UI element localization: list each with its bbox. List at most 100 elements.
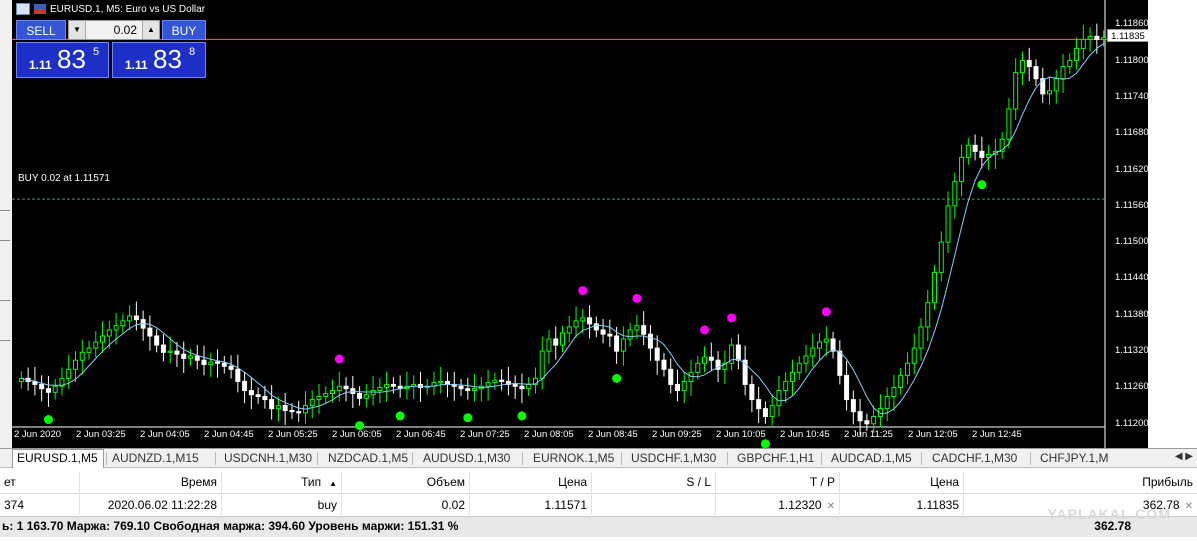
- cell-volume: 0.02: [342, 495, 470, 515]
- tab-nzdcad-1-m5[interactable]: NZDCAD.1,M5: [324, 450, 410, 467]
- candle-body: [837, 350, 843, 376]
- left-strip-tick: [0, 240, 10, 241]
- buy-button[interactable]: BUY: [162, 20, 206, 40]
- candle-body: [587, 317, 593, 325]
- candle-body: [242, 380, 248, 391]
- candle-body: [904, 362, 910, 376]
- price-tick-label: 1.11860: [1115, 18, 1148, 30]
- candle-body: [938, 241, 944, 273]
- sell-signal-dot: [700, 325, 710, 335]
- sell-signal-dot: [821, 307, 831, 317]
- cell-stop-loss[interactable]: [592, 495, 716, 515]
- candle-body: [735, 344, 741, 361]
- time-tick-label: 2 Jun 03:25: [76, 429, 126, 440]
- candle-body: [390, 383, 396, 387]
- candle-body: [654, 347, 660, 361]
- sell-button[interactable]: SELL: [16, 20, 66, 40]
- price-tick-label: 1.11800: [1115, 54, 1148, 66]
- sell-price-button[interactable]: 1.11 83 5: [16, 42, 109, 78]
- one-click-trading-panel: SELL ▼ 0.02 ▲ BUY 1.11 83 5 1.11 83 8: [16, 20, 206, 78]
- tab-audnzd-1-m15[interactable]: AUDNZD.1,M15: [108, 450, 213, 467]
- candle-body: [1047, 90, 1053, 95]
- sell-signal-dot: [578, 286, 588, 296]
- candle-body: [708, 356, 714, 361]
- chart-window[interactable]: EURUSD.1, M5: Euro vs US Dollar SELL ▼ 0…: [12, 0, 1148, 448]
- remove-tp-icon[interactable]: ✕: [827, 501, 835, 512]
- price-tick-label: 1.11500: [1115, 236, 1148, 248]
- lot-increase-icon[interactable]: ▲: [142, 21, 159, 39]
- candle-body: [769, 405, 775, 418]
- price-tick-label: 1.11680: [1115, 127, 1148, 139]
- price-tick-label: 1.11380: [1115, 308, 1148, 320]
- tab-chfjpy-1-m[interactable]: CHFJPY.1,M: [1036, 450, 1108, 467]
- time-tick-label: 2 Jun 08:05: [524, 429, 574, 440]
- time-tick-label: 2 Jun 09:25: [652, 429, 702, 440]
- col-current-price-header[interactable]: Цена: [840, 472, 964, 493]
- chart-window-icon: [16, 3, 30, 15]
- candle-body: [330, 389, 336, 395]
- candle-body: [762, 408, 768, 418]
- lot-size-value[interactable]: 0.02: [87, 21, 141, 39]
- candle-body: [898, 374, 904, 388]
- candle-body: [167, 350, 173, 353]
- candle-body: [952, 181, 958, 207]
- tab-usdchf-1-m30[interactable]: USDCHF.1,M30: [627, 450, 725, 467]
- lot-decrease-icon[interactable]: ▼: [69, 21, 86, 39]
- col-volume-header[interactable]: Объем: [342, 472, 470, 493]
- col-price-header[interactable]: Цена: [470, 472, 592, 493]
- candle-body: [174, 350, 180, 355]
- buy-signal-dot: [517, 411, 527, 421]
- lot-size-field[interactable]: ▼ 0.02 ▲: [68, 20, 160, 40]
- candle-body: [553, 338, 559, 346]
- buy-signal-dot: [395, 411, 405, 421]
- candle-body: [458, 385, 464, 390]
- candle-body: [363, 394, 369, 399]
- candle-body: [884, 396, 890, 410]
- sell-price-main: 83: [57, 44, 86, 74]
- tab-usdcnh-1-m30[interactable]: USDCNH.1,M30: [220, 450, 315, 467]
- candle-body: [160, 344, 166, 353]
- tab-separator: [412, 452, 413, 465]
- tab-gbpchf-1-h1[interactable]: GBPCHF.1,H1: [733, 450, 819, 467]
- col-tp-header[interactable]: T / P: [716, 472, 840, 493]
- candle-body: [492, 379, 498, 384]
- cell-ticket: 374: [0, 495, 80, 515]
- candle-body: [275, 405, 281, 410]
- candle-body: [1094, 35, 1100, 40]
- col-sl-header[interactable]: S / L: [592, 472, 716, 493]
- candle-body: [749, 383, 755, 401]
- col-profit-header[interactable]: Прибыль: [964, 472, 1197, 493]
- sort-ascending-icon: ▲: [329, 479, 337, 488]
- tab-audusd-1-m30[interactable]: AUDUSD.1,M30: [419, 450, 520, 467]
- candle-body: [215, 361, 221, 364]
- col-ticket-header[interactable]: ет: [0, 472, 80, 493]
- buy-price-button[interactable]: 1.11 83 8: [112, 42, 206, 78]
- candle-body: [316, 396, 322, 401]
- col-time-header[interactable]: Время: [80, 472, 222, 493]
- tab-scroll-arrows-icon[interactable]: ◀ ▶: [1175, 451, 1193, 462]
- tab-audcad-1-m5[interactable]: AUDCAD.1,M5: [827, 450, 919, 467]
- time-tick-label: 2 Jun 06:45: [396, 429, 446, 440]
- buy-signal-dot: [43, 415, 53, 425]
- candle-body: [871, 416, 877, 425]
- currency-flag-icon: [34, 4, 46, 14]
- candle-body: [945, 205, 951, 243]
- candle-body: [262, 396, 268, 401]
- candle-body: [932, 271, 938, 304]
- table-row[interactable]: 374 2020.06.02 11:22:28 buy 0.02 1.11571…: [0, 495, 1197, 515]
- col-type-header[interactable]: Тип ▲: [222, 472, 342, 493]
- order-line-label: BUY 0.02 at 1.11571: [18, 173, 110, 184]
- candle-body: [499, 379, 505, 382]
- price-axis[interactable]: 1.11860 1.11800 1.11740 1.11680 1.11620 1.115…: [1109, 0, 1148, 448]
- tab-eurnok-1-m5[interactable]: EURNOK.1,M5: [529, 450, 619, 467]
- tab-cadchf-1-m30[interactable]: CADCHF.1,M30: [928, 450, 1028, 467]
- close-position-icon[interactable]: ✕: [1185, 501, 1193, 512]
- tab-eurusd-1-m5[interactable]: EURUSD.1,M5: [12, 449, 104, 468]
- buy-price-prefix: 1.11: [125, 58, 148, 72]
- cell-take-profit[interactable]: 1.12320 ✕: [716, 495, 840, 515]
- candle-body: [106, 329, 112, 337]
- current-price-label: 1.11835: [1107, 29, 1148, 42]
- buy-price-pip: 8: [189, 46, 196, 58]
- candle-body: [269, 399, 275, 410]
- sell-price-prefix: 1.11: [29, 58, 52, 72]
